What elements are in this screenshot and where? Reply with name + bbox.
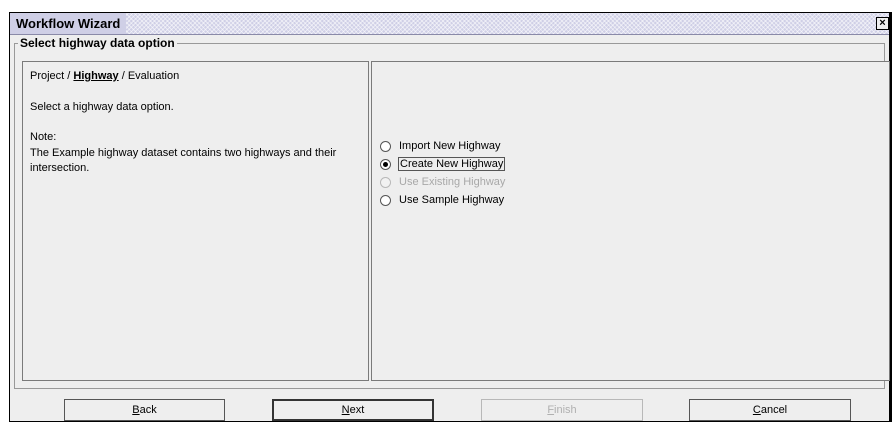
next-button[interactable]: Next <box>272 399 434 421</box>
radio-button-icon[interactable] <box>380 140 391 152</box>
breadcrumb-separator: / <box>118 70 128 82</box>
radio-button-disabled-icon <box>380 176 391 188</box>
group-title: Select highway data option <box>18 36 177 50</box>
button-label: ack <box>139 404 157 416</box>
radio-button-icon[interactable] <box>380 194 391 206</box>
back-button[interactable]: Back <box>64 399 225 421</box>
mnemonic: C <box>752 404 761 416</box>
note-heading: Note: <box>30 131 57 143</box>
mnemonic: N <box>341 404 350 416</box>
instruction-text: Select a highway data option. <box>30 101 174 113</box>
radio-use-existing-highway: Use Existing Highway <box>380 174 506 190</box>
button-label: ancel <box>760 404 788 416</box>
radio-label: Use Existing Highway <box>399 176 506 188</box>
breadcrumb: Project / Highway / Evaluation <box>30 70 179 82</box>
radio-label[interactable]: Use Sample Highway <box>398 194 505 206</box>
button-label: inish <box>554 404 577 416</box>
radio-label[interactable]: Import New Highway <box>398 140 501 152</box>
title-bar[interactable]: Workflow Wizard × <box>10 13 889 35</box>
finish-button: Finish <box>481 399 643 421</box>
note-text: The Example highway dataset contains two… <box>30 147 337 174</box>
button-label: ext <box>349 404 365 416</box>
radio-import-new-highway[interactable]: Import New Highway <box>380 138 501 154</box>
breadcrumb-highway: Highway <box>73 70 119 82</box>
breadcrumb-project: Project <box>30 70 65 82</box>
window-title: Workflow Wizard <box>10 13 127 34</box>
radio-label[interactable]: Create New Highway <box>398 157 506 171</box>
radio-create-new-highway[interactable]: Create New Highway <box>380 156 506 172</box>
close-icon[interactable]: × <box>876 17 889 30</box>
radio-use-sample-highway[interactable]: Use Sample Highway <box>380 192 505 208</box>
options-panel: Import New Highway Create New Highway Us… <box>371 61 890 381</box>
cancel-button[interactable]: Cancel <box>689 399 851 421</box>
mnemonic: B <box>132 404 140 416</box>
workflow-wizard-dialog: Workflow Wizard × Select highway data op… <box>9 12 892 422</box>
breadcrumb-evaluation: Evaluation <box>127 70 180 82</box>
info-panel: Project / Highway / Evaluation Select a … <box>22 61 369 381</box>
radio-button-selected-icon[interactable] <box>380 158 391 170</box>
